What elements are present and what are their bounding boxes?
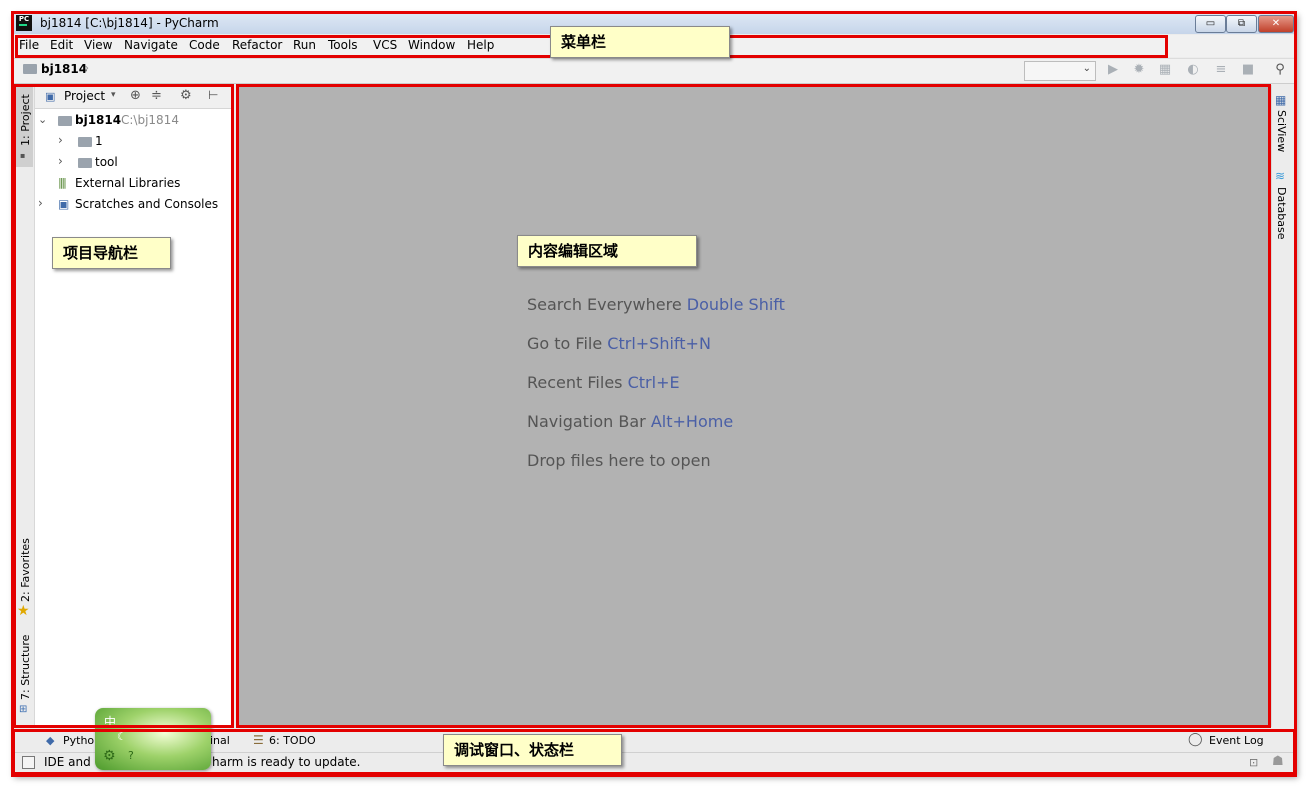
- callout-menubar: 菜单栏: [550, 26, 730, 58]
- callout-debug-status: 调试窗口、状态栏: [443, 734, 622, 766]
- callout-project-nav: 项目导航栏: [52, 237, 171, 269]
- annotation-box-editor: [236, 84, 1271, 728]
- annotation-box-project-nav: [13, 84, 234, 728]
- callout-editor-area: 内容编辑区域: [517, 235, 697, 267]
- annotation-box-debug-status: [12, 729, 1296, 775]
